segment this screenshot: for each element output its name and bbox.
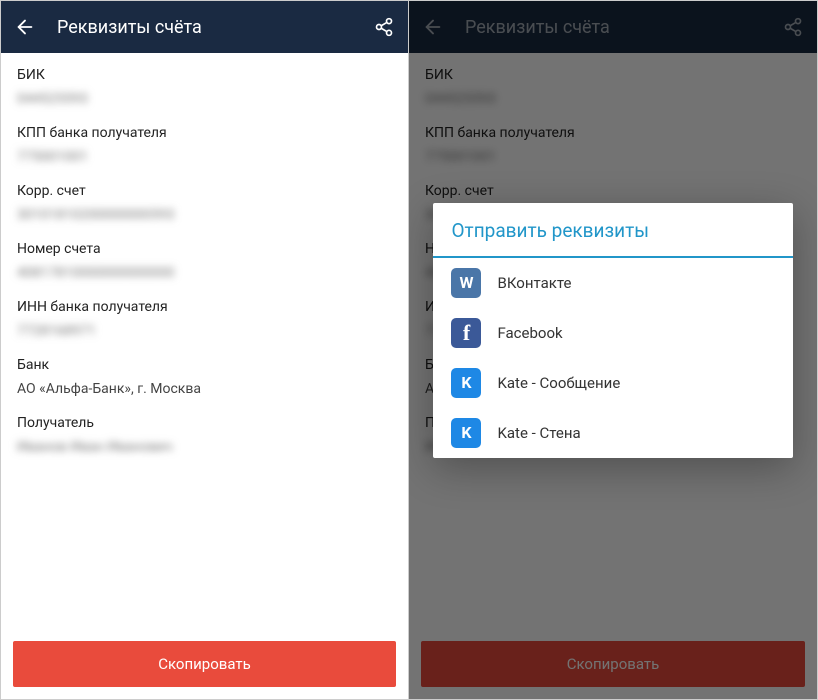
field-label: КПП банка получателя	[17, 125, 392, 141]
phone-left: Реквизиты счёта БИК 044525593 КПП банка по…	[1, 1, 409, 699]
field: Получатель Иванов Иван Иванович	[17, 415, 392, 455]
field-label: БИК	[17, 67, 392, 83]
phone-right: Реквизиты счёта БИК044525593КПП банка по…	[409, 1, 817, 699]
modal-overlay[interactable]: Отправить реквизиты W ВКонтакте f Facebook K…	[409, 1, 817, 699]
fb-icon: f	[451, 318, 481, 348]
field-value: 30101810200000000593	[17, 207, 392, 223]
field: Корр. счет 30101810200000000593	[17, 183, 392, 223]
share-option[interactable]: W ВКонтакте	[433, 258, 792, 308]
field-value: АО «Альфа-Банк», г. Москва	[17, 381, 392, 397]
field-label: Получатель	[17, 415, 392, 431]
field: Номер счета 40817810000000000000	[17, 241, 392, 281]
footer: Скопировать	[1, 629, 408, 699]
content: БИК 044525593 КПП банка получателя 77500100…	[1, 53, 408, 629]
copy-button[interactable]: Скопировать	[13, 641, 396, 687]
share-option-label: Kate - Стена	[497, 424, 580, 442]
field-label: Номер счета	[17, 241, 392, 257]
field-label: ИНН банка получателя	[17, 299, 392, 315]
share-option[interactable]: K Kate - Стена	[433, 408, 792, 458]
share-button[interactable]	[372, 15, 396, 39]
share-option[interactable]: K Kate - Сообщение	[433, 358, 792, 408]
field-value: Иванов Иван Иванович	[17, 439, 392, 455]
page-title: Реквизиты счёта	[57, 17, 372, 38]
share-option-label: Facebook	[497, 324, 562, 342]
field: БИК 044525593	[17, 67, 392, 107]
share-icon	[374, 17, 394, 37]
share-option-label: ВКонтакте	[497, 274, 571, 292]
share-option[interactable]: f Facebook	[433, 308, 792, 358]
field-label: Банк	[17, 357, 392, 373]
field-label: Корр. счет	[17, 183, 392, 199]
share-option-label: Kate - Сообщение	[497, 374, 620, 392]
back-button[interactable]	[13, 15, 37, 39]
share-dialog-title: Отправить реквизиты	[433, 203, 792, 258]
field: КПП банка получателя 775001001	[17, 125, 392, 165]
arrow-left-icon	[14, 16, 36, 38]
kate-icon: K	[451, 418, 481, 448]
field: ИНН банка получателя 7728168971	[17, 299, 392, 339]
field-value: 7728168971	[17, 323, 392, 339]
field: Банк АО «Альфа-Банк», г. Москва	[17, 357, 392, 397]
kate-icon: K	[451, 368, 481, 398]
field-value: 044525593	[17, 91, 392, 107]
field-value: 40817810000000000000	[17, 265, 392, 281]
topbar: Реквизиты счёта	[1, 1, 408, 53]
field-value: 775001001	[17, 149, 392, 165]
share-dialog: Отправить реквизиты W ВКонтакте f Facebook K…	[433, 203, 792, 458]
vk-icon: W	[451, 268, 481, 298]
